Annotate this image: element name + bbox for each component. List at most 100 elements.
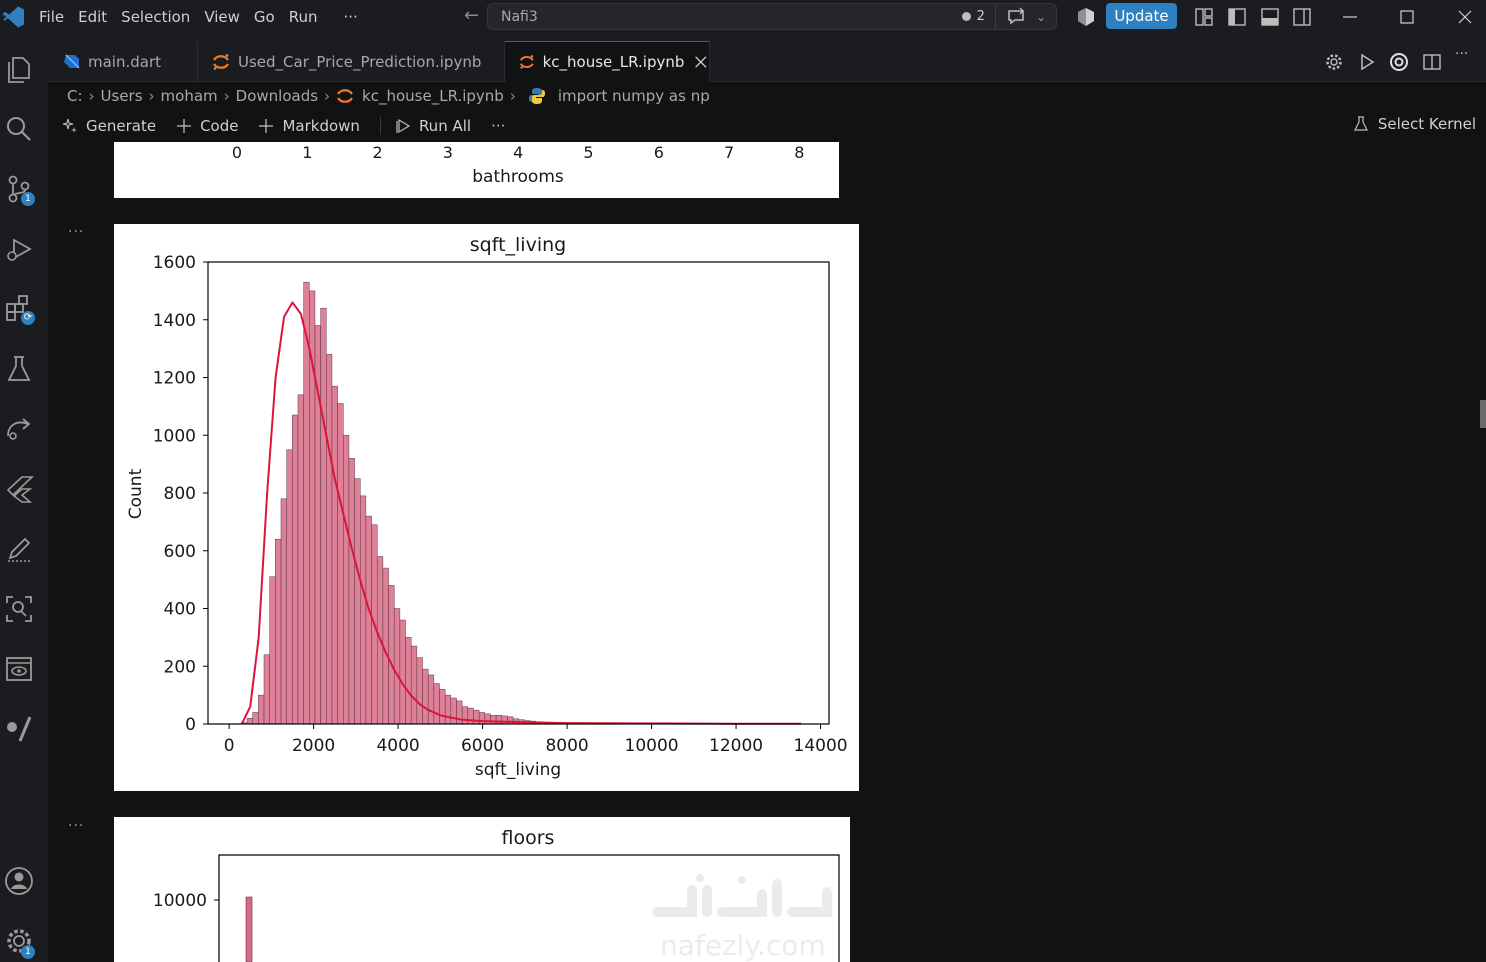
- toggle-primary-sidebar-icon[interactable]: [1227, 7, 1247, 27]
- histogram-bar: [490, 715, 497, 725]
- x-tick-label: 0: [224, 736, 235, 756]
- command-center-search[interactable]: Nafi3 2 ⌄: [487, 3, 1057, 30]
- chevron-down-icon[interactable]: ⌄: [1036, 10, 1046, 24]
- tab-main-dart[interactable]: main.dart: [48, 41, 198, 82]
- x-tick-label: 1: [302, 143, 312, 162]
- histogram-bar: [478, 712, 486, 725]
- edit-pencil-icon[interactable]: [4, 534, 34, 564]
- histogram-bar: [292, 414, 299, 725]
- y-axis-label: Count: [126, 468, 146, 519]
- breadcrumb-downloads[interactable]: Downloads: [236, 87, 318, 105]
- maximize-icon[interactable]: [1397, 7, 1417, 27]
- menu-selection[interactable]: Selection: [114, 0, 197, 34]
- x-tick-label: 10000: [625, 736, 679, 756]
- y-tick-label: 600: [164, 542, 196, 562]
- search-icon[interactable]: [4, 114, 34, 144]
- x-tick-label: 0: [232, 143, 242, 162]
- menu-file[interactable]: File: [32, 0, 71, 34]
- histogram-bar: [388, 585, 395, 725]
- menu-more[interactable]: ···: [337, 0, 365, 34]
- select-kernel-button[interactable]: Select Kernel: [1353, 115, 1476, 133]
- x-tick-label: 6000: [461, 736, 504, 756]
- problems-badge[interactable]: 2: [952, 9, 995, 24]
- jupyter-icon: [213, 53, 229, 70]
- chevron-right-icon: ›: [148, 87, 155, 105]
- histogram-bar: [275, 538, 282, 725]
- search-divider: [994, 3, 996, 30]
- sparkle-icon: [62, 118, 77, 133]
- account-icon[interactable]: [4, 866, 34, 896]
- update-button[interactable]: Update: [1106, 3, 1177, 29]
- accounts-shield-icon[interactable]: [1076, 7, 1096, 27]
- flutter-icon[interactable]: [4, 474, 34, 504]
- svg-text:nafezly.com: nafezly.com: [660, 929, 826, 962]
- customize-layout-icon[interactable]: [1194, 7, 1214, 27]
- menu-view[interactable]: View: [197, 0, 247, 34]
- markdown-label: Markdown: [282, 117, 360, 135]
- chart-title: sqft_living: [470, 234, 566, 256]
- cell-more-icon[interactable]: ···: [68, 224, 84, 240]
- back-arrow-icon[interactable]: ←: [464, 5, 479, 26]
- x-tick-label: 8000: [545, 736, 588, 756]
- dart-icon: [64, 53, 80, 69]
- run-all-button[interactable]: Run All: [395, 117, 471, 135]
- toggle-panel-icon[interactable]: [1260, 7, 1280, 27]
- add-markdown-cell-button[interactable]: Markdown: [258, 117, 360, 135]
- editor-tab-bar: main.dart Used_Car_Price_Prediction.ipyn…: [48, 34, 1486, 82]
- tab-label: main.dart: [88, 52, 162, 71]
- histogram-bar: [393, 608, 401, 725]
- preview-eye-icon[interactable]: [4, 654, 34, 684]
- minimize-icon[interactable]: [1340, 7, 1360, 27]
- histogram-bar: [331, 385, 338, 725]
- y-tick-label: 200: [164, 657, 196, 677]
- toolbar-more-icon[interactable]: ···: [491, 117, 505, 135]
- run-all-label: Run All: [418, 117, 472, 135]
- x-axis-label: bathrooms: [472, 167, 564, 187]
- histogram-bar: [444, 694, 452, 725]
- openai-chat-icon[interactable]: [1389, 52, 1409, 72]
- chevron-right-icon: ›: [223, 87, 230, 105]
- vscode-logo-icon[interactable]: [2, 5, 26, 29]
- histogram-bar: [245, 896, 253, 962]
- generate-button[interactable]: Generate: [62, 117, 156, 135]
- menu-run[interactable]: Run: [282, 0, 325, 34]
- histogram-bar: [439, 689, 446, 725]
- notebook-settings-gear-icon[interactable]: [1324, 52, 1344, 72]
- toggle-secondary-sidebar-icon[interactable]: [1292, 7, 1312, 27]
- add-code-cell-button[interactable]: Code: [176, 117, 238, 135]
- breadcrumb-moham[interactable]: moham: [161, 87, 218, 105]
- histogram-bar: [405, 637, 412, 725]
- histogram-bar: [473, 709, 480, 725]
- slash-command-icon[interactable]: [4, 714, 34, 744]
- cell-more-icon[interactable]: ···: [68, 818, 84, 834]
- dot-icon: [961, 12, 971, 21]
- menu-go[interactable]: Go: [247, 0, 282, 34]
- chart-title: floors: [502, 827, 555, 849]
- run-icon[interactable]: [1357, 52, 1377, 72]
- scan-search-icon[interactable]: [4, 594, 34, 624]
- menu-edit[interactable]: Edit: [71, 0, 114, 34]
- more-actions-icon[interactable]: ···: [1455, 46, 1475, 66]
- run-debug-icon[interactable]: [4, 234, 34, 264]
- tab-used-car-notebook[interactable]: Used_Car_Price_Prediction.ipynb: [198, 41, 505, 82]
- editor-scrollbar-thumb[interactable]: [1480, 400, 1486, 428]
- select-kernel-label: Select Kernel: [1377, 115, 1476, 133]
- x-tick-label: 5: [583, 143, 593, 162]
- breadcrumb-notebook[interactable]: kc_house_LR.ipynb: [362, 87, 504, 105]
- remote-explorer-icon[interactable]: [4, 414, 34, 444]
- breadcrumb: C: › Users › moham › Downloads › kc_hous…: [48, 82, 1486, 110]
- breadcrumb-users[interactable]: Users: [101, 87, 143, 105]
- breadcrumb-drive[interactable]: C:: [67, 87, 83, 105]
- split-editor-icon[interactable]: [1422, 52, 1442, 72]
- histogram-bar: [246, 717, 253, 725]
- explorer-icon[interactable]: [4, 54, 34, 84]
- copilot-chat-icon[interactable]: [1006, 7, 1030, 27]
- close-window-icon[interactable]: [1455, 7, 1475, 27]
- x-tick-label: 7: [724, 143, 734, 162]
- testing-flask-icon[interactable]: [4, 354, 34, 384]
- tab-kc-house-notebook[interactable]: kc_house_LR.ipynb: [505, 41, 710, 82]
- histogram-bar: [252, 712, 259, 725]
- breadcrumb-cell[interactable]: import numpy as np: [558, 87, 710, 105]
- close-tab-icon[interactable]: [693, 53, 709, 71]
- histogram-bar: [337, 403, 344, 725]
